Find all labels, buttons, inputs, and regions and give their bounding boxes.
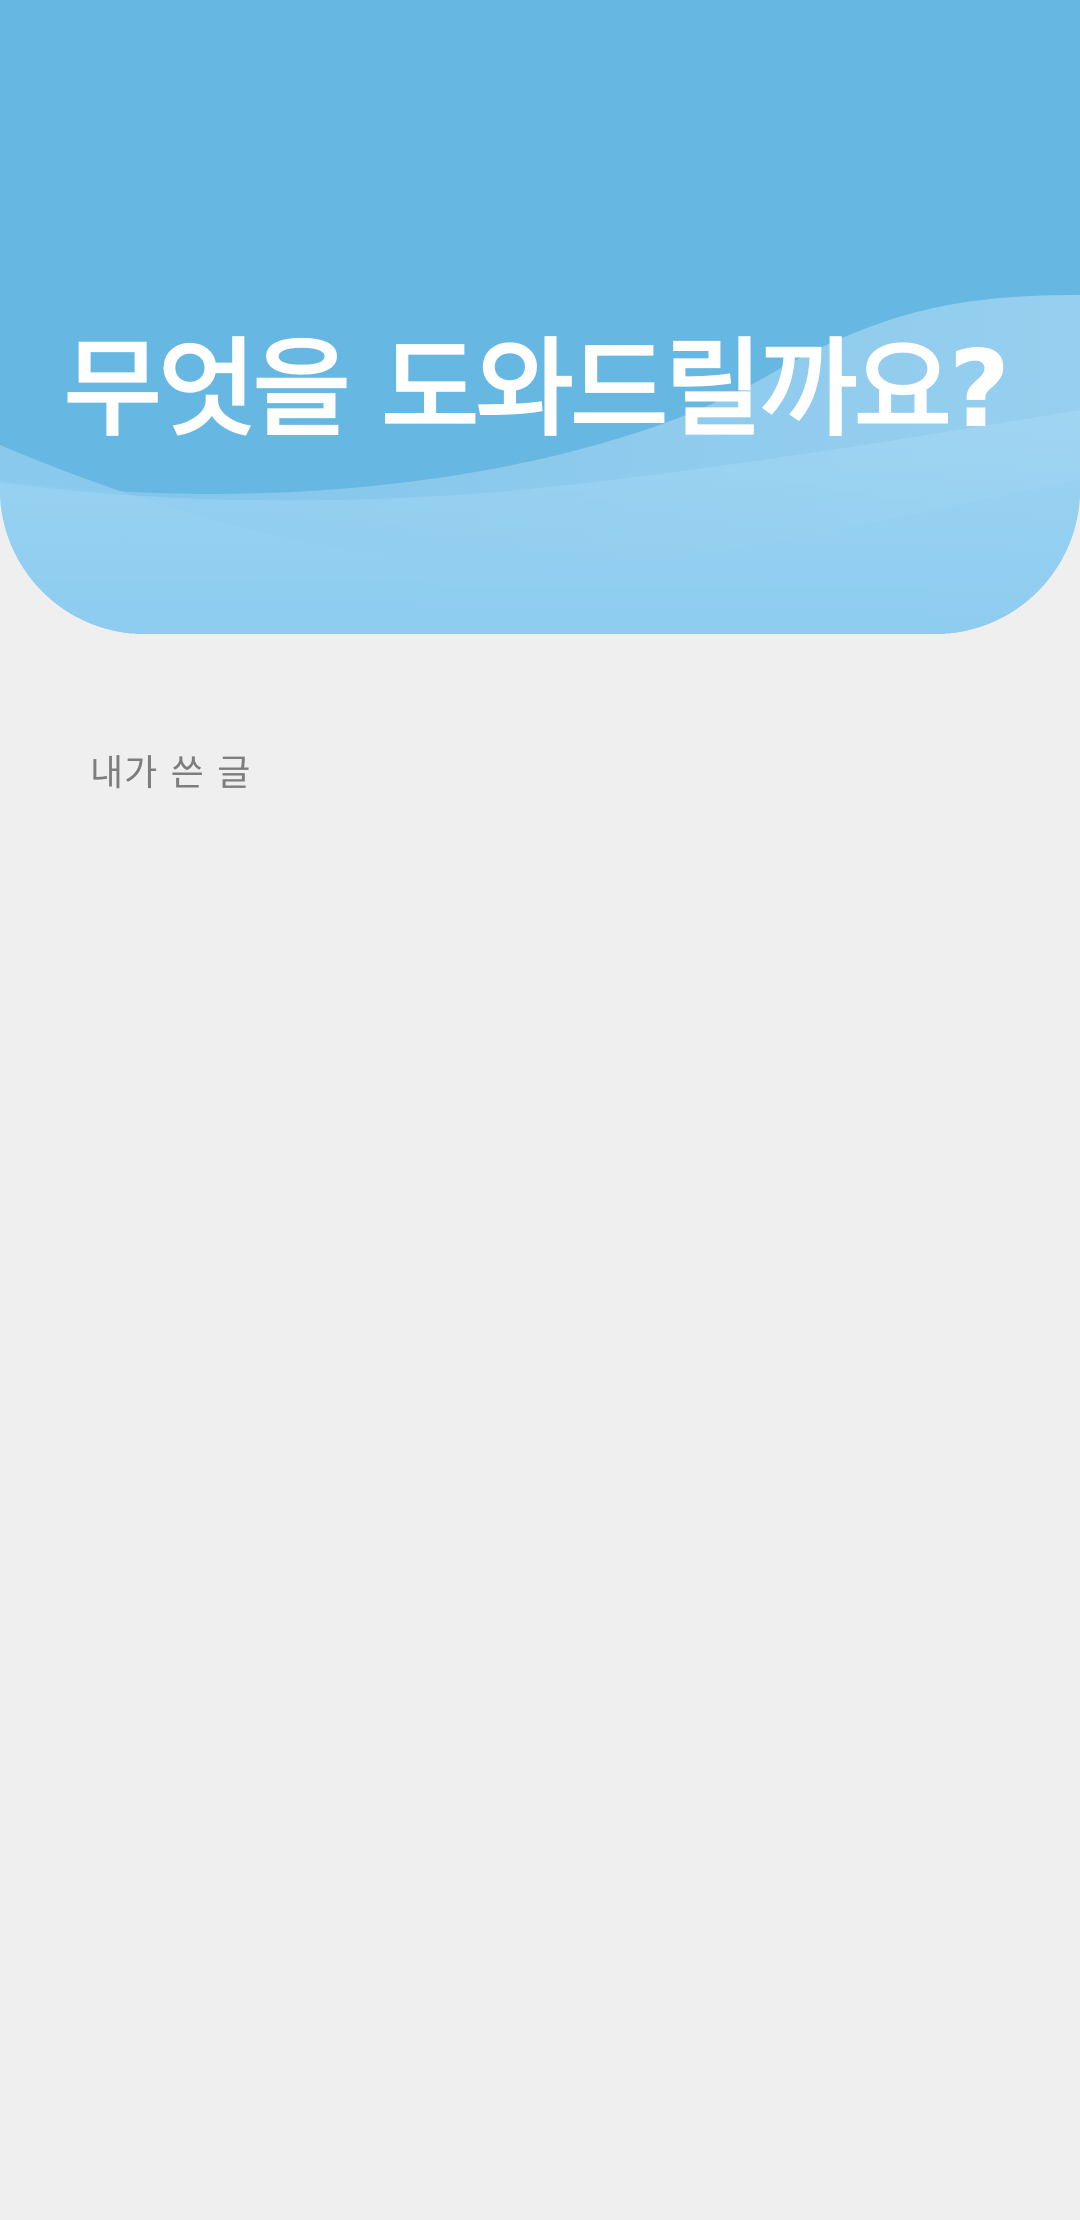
hero-header: 무엇을 도와드릴까요? [0, 0, 1080, 634]
my-posts-list [0, 820, 1080, 2220]
wave-background [0, 0, 1080, 634]
my-posts-label[interactable]: 내가 쓴 글 [90, 744, 251, 796]
page-title: 무엇을 도와드릴까요? [64, 328, 1010, 451]
